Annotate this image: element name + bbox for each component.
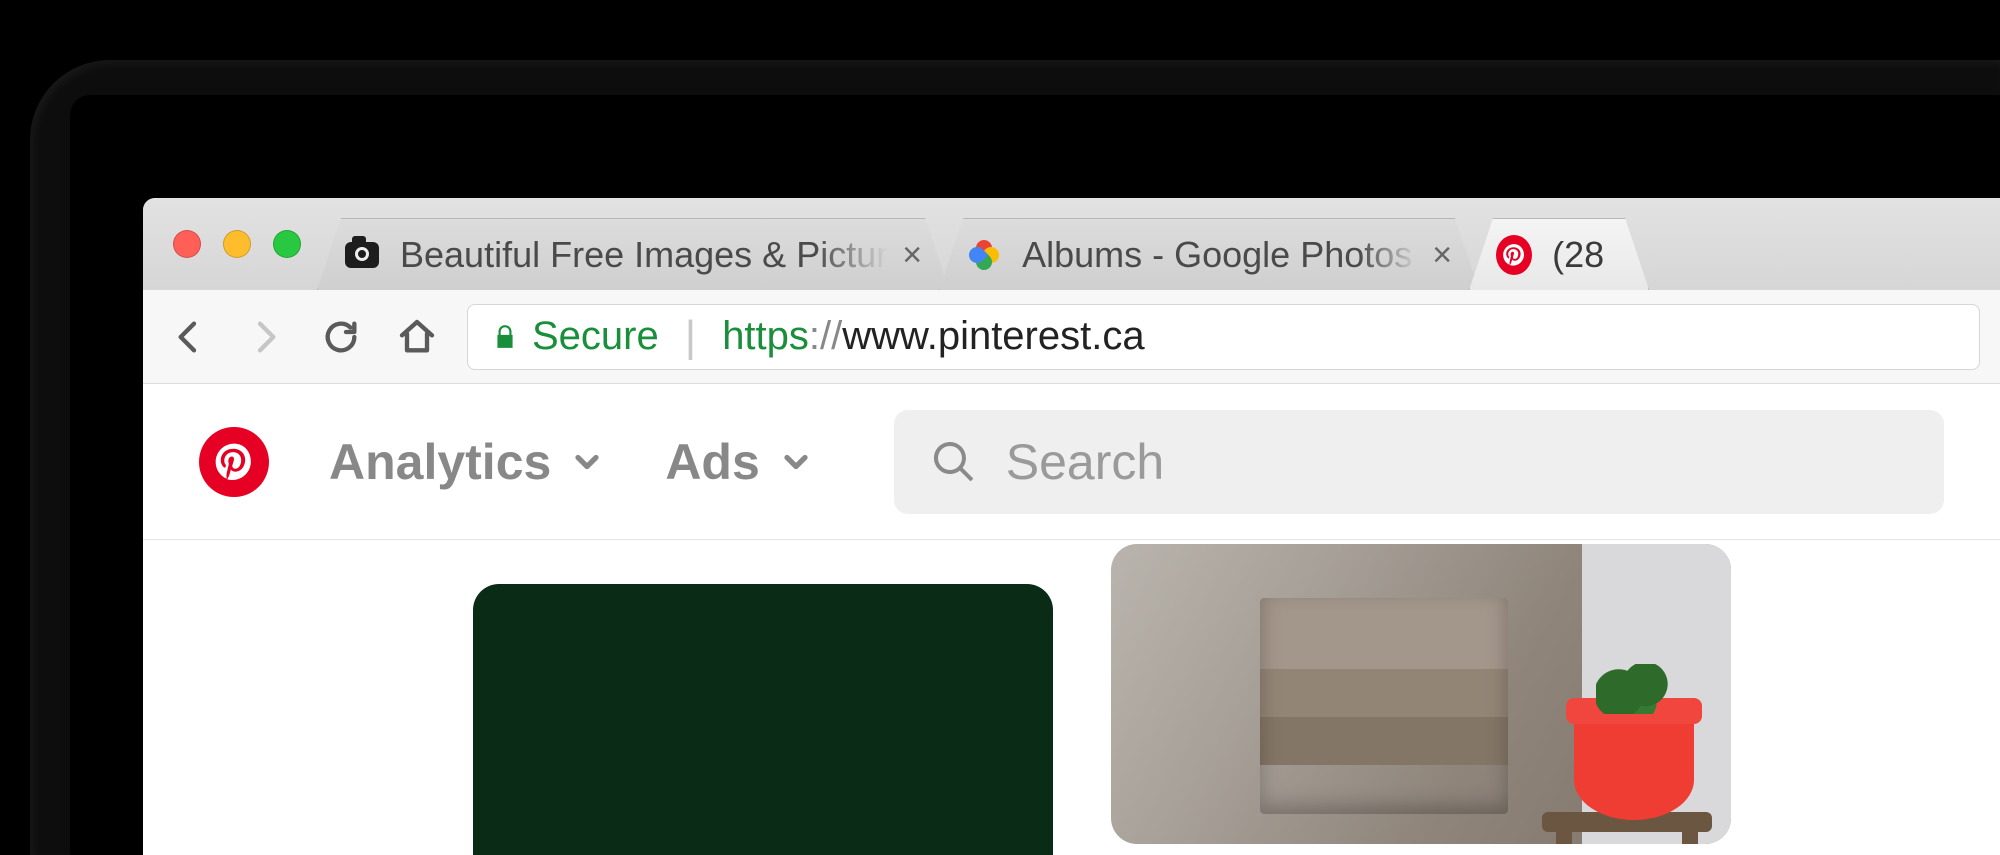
- reload-button[interactable]: [315, 311, 367, 363]
- window-maximize-button[interactable]: [273, 230, 301, 258]
- forward-button[interactable]: [239, 311, 291, 363]
- tab-title: Beautiful Free Images & Pictur: [400, 234, 888, 276]
- search-icon: [930, 436, 978, 488]
- window-controls: [161, 198, 317, 290]
- back-button[interactable]: [163, 311, 215, 363]
- url-protocol: https: [722, 314, 809, 358]
- pinterest-header: Analytics Ads: [143, 384, 2000, 540]
- analytics-label: Analytics: [329, 433, 551, 491]
- browser-window: Beautiful Free Images & Pictur × Albums …: [143, 198, 2000, 855]
- google-photos-icon: [966, 237, 1002, 273]
- address-bar[interactable]: Secure | https://www.pinterest.ca: [467, 304, 1980, 370]
- pinterest-logo[interactable]: [199, 427, 269, 497]
- secure-indicator: Secure: [492, 314, 659, 359]
- tab-unsplash[interactable]: Beautiful Free Images & Pictur ×: [317, 218, 949, 290]
- analytics-menu[interactable]: Analytics: [329, 433, 605, 491]
- tab-pinterest[interactable]: (28: [1469, 218, 1649, 290]
- ads-label: Ads: [665, 433, 759, 491]
- separator: |: [685, 312, 696, 362]
- chevron-down-icon: [569, 444, 605, 480]
- url-host: www.pinterest.ca: [842, 314, 1144, 358]
- pin-card[interactable]: [473, 584, 1053, 855]
- search-box[interactable]: [894, 410, 1944, 514]
- image-decoration: [1260, 598, 1508, 814]
- laptop-bezel: Beautiful Free Images & Pictur × Albums …: [0, 0, 2000, 855]
- tab-title: (28: [1552, 234, 1622, 276]
- chevron-down-icon: [778, 444, 814, 480]
- pinterest-icon: [1496, 237, 1532, 273]
- window-close-button[interactable]: [173, 230, 201, 258]
- tab-title: Albums - Google Photos: [1022, 234, 1418, 276]
- lock-icon: [492, 322, 518, 352]
- home-button[interactable]: [391, 311, 443, 363]
- url-slashes: ://: [809, 314, 842, 358]
- page-content: Analytics Ads: [143, 384, 2000, 855]
- tab-close-button[interactable]: ×: [1432, 238, 1452, 272]
- camera-icon: [344, 237, 380, 273]
- search-input[interactable]: [1006, 433, 1908, 491]
- image-decoration: [1574, 710, 1694, 820]
- window-minimize-button[interactable]: [223, 230, 251, 258]
- secure-label: Secure: [532, 314, 659, 359]
- browser-toolbar: Secure | https://www.pinterest.ca: [143, 290, 2000, 384]
- tab-strip: Beautiful Free Images & Pictur × Albums …: [143, 198, 2000, 290]
- pin-feed: [143, 540, 2000, 855]
- pin-card[interactable]: [1111, 544, 1731, 844]
- url: https://www.pinterest.ca: [722, 314, 1144, 359]
- tab-close-button[interactable]: ×: [902, 238, 922, 272]
- tab-google-photos[interactable]: Albums - Google Photos ×: [939, 218, 1479, 290]
- ads-menu[interactable]: Ads: [665, 433, 813, 491]
